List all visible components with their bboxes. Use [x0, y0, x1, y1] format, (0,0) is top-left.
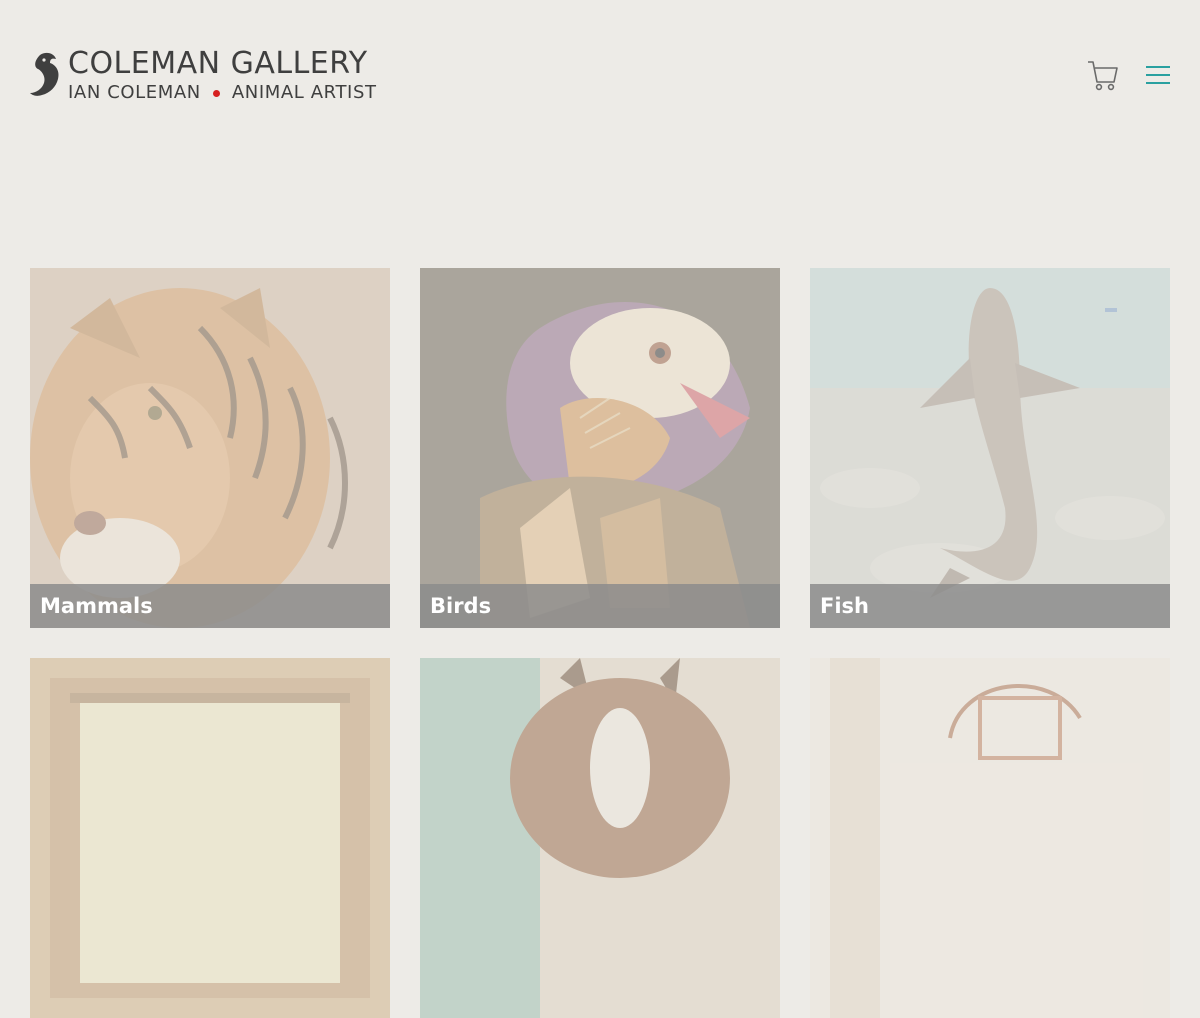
- category-card-frames[interactable]: [30, 658, 390, 1018]
- category-card-birds[interactable]: Birds: [420, 268, 780, 628]
- site-logo[interactable]: COLEMAN GALLERY IAN COLEMAN ANIMAL ARTIS…: [30, 48, 377, 104]
- site-header: COLEMAN GALLERY IAN COLEMAN ANIMAL ARTIS…: [0, 0, 1200, 140]
- artist-role: ANIMAL ARTIST: [231, 82, 377, 103]
- shopping-cart-icon[interactable]: [1086, 58, 1120, 92]
- category-caption: Fish: [810, 584, 1170, 628]
- category-card-mammals[interactable]: Mammals: [30, 268, 390, 628]
- category-label: Birds: [430, 594, 492, 618]
- category-card-horses[interactable]: [420, 658, 780, 1018]
- category-caption: Birds: [420, 584, 780, 628]
- separator-dot: [212, 89, 220, 97]
- artist-name: IAN COLEMAN: [68, 82, 201, 103]
- category-card-other[interactable]: [810, 658, 1170, 1018]
- category-label: Mammals: [40, 594, 153, 618]
- logo-subtitle: IAN COLEMAN ANIMAL ARTIST: [68, 82, 377, 104]
- hamburger-menu-icon[interactable]: [1146, 66, 1170, 86]
- category-caption: Mammals: [30, 584, 390, 628]
- logo-title: COLEMAN GALLERY: [68, 46, 368, 81]
- fish-logo-icon: [30, 52, 59, 96]
- category-card-fish[interactable]: Fish: [810, 268, 1170, 628]
- category-label: Fish: [820, 594, 869, 618]
